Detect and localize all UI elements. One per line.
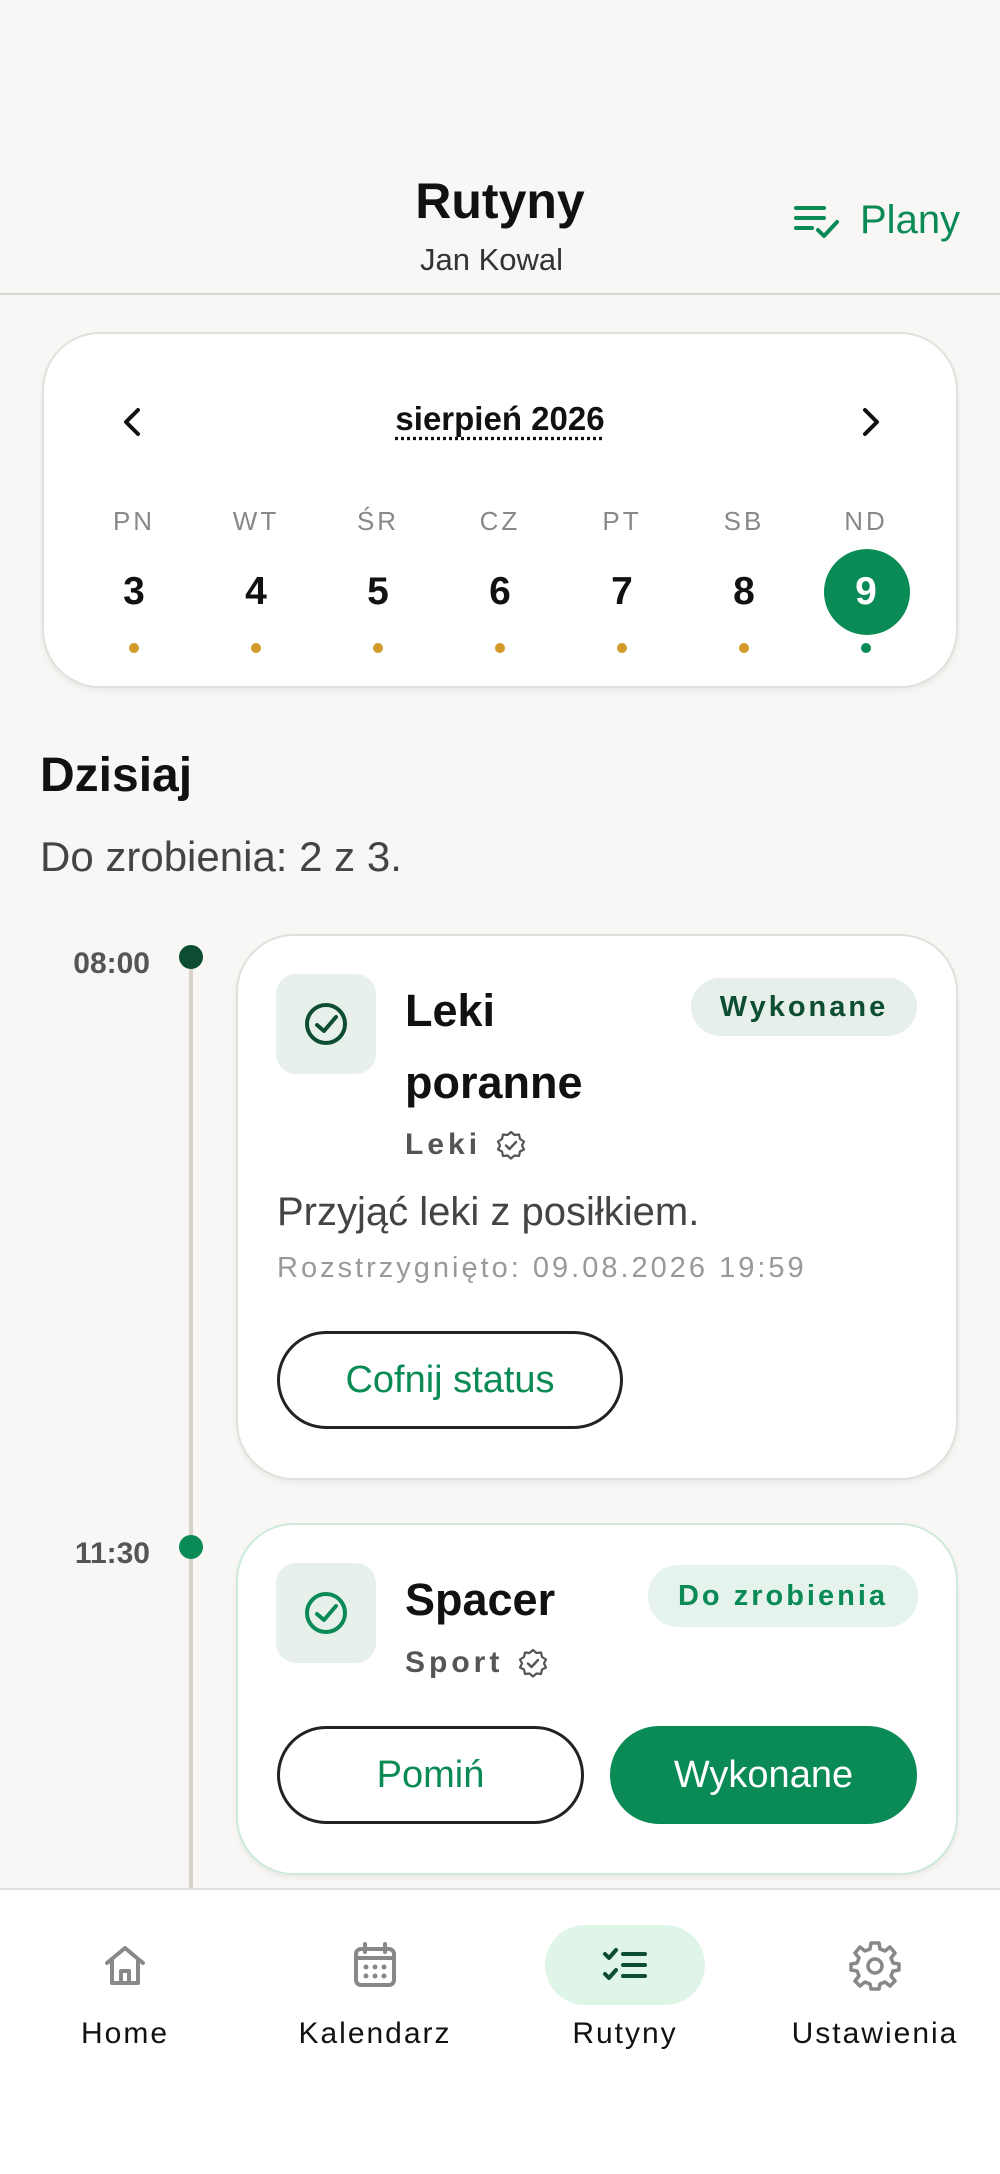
nav-icon-wrap: [295, 1925, 455, 2005]
routine-title: Spacer: [405, 1574, 556, 1625]
page-subtitle: Jan Kowal: [419, 242, 564, 277]
nav-label: Kalendarz: [298, 2017, 452, 2050]
nav-item-home[interactable]: Home: [0, 1925, 250, 2085]
weekday-label: PN: [112, 506, 156, 536]
routine-icon-box: [276, 1563, 376, 1663]
weekday-label: ŚR: [356, 506, 400, 536]
day-indicator-dot: [251, 643, 261, 653]
verified-badge-icon: [496, 1130, 526, 1160]
timeline-dot: [179, 945, 203, 969]
routine-icon-box: [276, 974, 376, 1074]
weekday-label: ND: [844, 506, 888, 536]
chevron-left-icon[interactable]: [118, 402, 148, 442]
day-indicator-dot: [373, 643, 383, 653]
calendar-day[interactable]: 6: [455, 570, 545, 614]
plans-label: Plany: [860, 198, 961, 242]
status-badge: Wykonane: [691, 978, 917, 1036]
todo-summary: Do zrobienia: 2 z 3.: [40, 833, 402, 880]
routine-time: 11:30: [74, 1537, 150, 1570]
nav-label: Rutyny: [572, 2017, 678, 2050]
home-icon: [105, 1946, 145, 1985]
status-badge: Do zrobienia: [648, 1565, 918, 1627]
section-title: Dzisiaj: [40, 749, 193, 802]
weekday-label: WT: [232, 506, 280, 536]
calendar-icon: [354, 1942, 396, 1987]
calendar-day[interactable]: 5: [333, 570, 423, 614]
weekday-label: CZ: [479, 506, 521, 536]
weekday-label: SB: [723, 506, 765, 536]
nav-item-calendar[interactable]: Kalendarz: [250, 1925, 500, 2085]
timeline-dot: [179, 1535, 203, 1559]
calendar-day[interactable]: 3: [89, 570, 179, 614]
nav-label: Ustawienia: [791, 2017, 959, 2050]
day-indicator-dot: [617, 643, 627, 653]
nav-item-routines[interactable]: Rutyny: [500, 1925, 750, 2085]
gear-icon: [849, 1941, 901, 1991]
chevron-right-icon[interactable]: [855, 402, 885, 442]
weekday-label: PT: [602, 506, 642, 536]
nav-icon-wrap: [795, 1925, 955, 2005]
check-circle-icon: [305, 1003, 347, 1045]
day-indicator-dot: [495, 643, 505, 653]
mark-done-button[interactable]: Wykonane: [610, 1726, 917, 1824]
nav-label: Home: [80, 2017, 170, 2050]
routine-title: Leki poranne: [405, 975, 583, 1119]
routine-category: Sport: [405, 1646, 549, 1680]
skip-button[interactable]: Pomiń: [277, 1726, 584, 1824]
calendar-day[interactable]: 7: [577, 570, 667, 614]
calendar-day[interactable]: 4: [211, 570, 301, 614]
check-circle-icon: [305, 1592, 347, 1634]
month-label[interactable]: sierpień 2026: [300, 400, 700, 438]
nav-icon-wrap: [45, 1925, 205, 2005]
category-label: Sport: [405, 1646, 504, 1679]
resolved-timestamp: Rozstrzygnięto: 09.08.2026 19:59: [277, 1252, 807, 1284]
routine-description: Przyjąć leki z posiłkiem.: [277, 1190, 700, 1234]
calendar-day[interactable]: 8: [699, 570, 789, 614]
day-indicator-dot: [739, 643, 749, 653]
routine-time: 08:00: [73, 947, 150, 980]
category-label: Leki: [405, 1128, 482, 1161]
routine-title-line: Leki: [405, 985, 496, 1036]
checklist-icon: [603, 1948, 647, 1980]
routine-title-line: poranne: [405, 1057, 583, 1108]
list-check-icon: [794, 205, 839, 238]
calendar-day-selected[interactable]: 9: [821, 570, 911, 614]
verified-badge-icon: [519, 1648, 548, 1678]
nav-icon-wrap-active: [545, 1925, 705, 2005]
day-indicator-dot: [861, 643, 871, 653]
timeline-line: [189, 960, 193, 1890]
nav-item-settings[interactable]: Ustawienia: [750, 1925, 1000, 2085]
undo-status-button[interactable]: Cofnij status: [277, 1331, 623, 1429]
day-indicator-dot: [129, 643, 139, 653]
plans-button[interactable]: Plany: [794, 198, 960, 243]
routine-category: Leki: [405, 1128, 527, 1162]
